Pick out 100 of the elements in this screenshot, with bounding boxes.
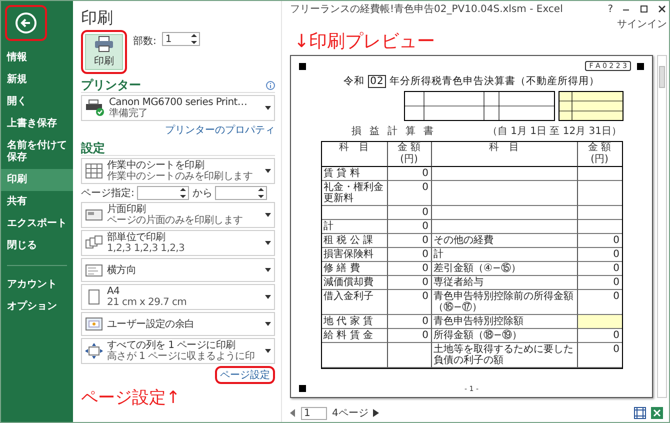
help-button[interactable]: ?: [608, 4, 613, 14]
caret-icon: [265, 213, 271, 217]
sidebar-item[interactable]: アカウント: [1, 274, 73, 296]
settings-dropdown[interactable]: 作業中のシートを印刷 作業中のシートのみを印刷します: [81, 158, 275, 184]
table-cell: [388, 343, 432, 368]
table-cell: 借入金利子: [322, 290, 388, 315]
show-margins-icon[interactable]: [634, 407, 646, 419]
period-text: （自 1月 1日 至 12月 31日）: [487, 125, 622, 138]
settings-dropdown[interactable]: A4 21 cm x 29.7 cm: [81, 284, 275, 310]
sidebar-item[interactable]: オプション: [1, 296, 73, 318]
table-cell: 0: [388, 181, 432, 206]
column-header: 科 目: [322, 142, 388, 167]
table-cell: 賃 貸 料: [322, 167, 388, 181]
table-cell: 所得金額（⑱−⑲）: [432, 329, 578, 343]
settings-dropdown[interactable]: すべての列を 1 ページに印刷 高さが 1 ページに収まるように印: [81, 338, 275, 364]
printer-icon: [94, 36, 114, 52]
table-cell: 0: [388, 206, 432, 220]
sidebar-item[interactable]: 新規: [1, 69, 73, 91]
settings-dropdown[interactable]: 横方向: [81, 258, 275, 282]
landscape-page-icon: [85, 262, 103, 278]
table-cell: 専従者給与: [432, 276, 578, 290]
table-cell: 0: [388, 220, 432, 234]
sidebar-item[interactable]: 上書き保存: [1, 113, 73, 135]
annotation-text: ↓印刷プレビュー: [293, 30, 436, 54]
margins-icon: [85, 316, 103, 332]
sidebar-item[interactable]: 印刷: [1, 169, 73, 191]
statement-heading: 損益計算書: [352, 124, 442, 138]
stacked-pages-icon: [85, 235, 103, 251]
printer-properties-link[interactable]: プリンターのプロパティ: [165, 123, 275, 137]
page-number-field[interactable]: 1: [301, 406, 327, 420]
print-button[interactable]: 印刷: [85, 34, 123, 70]
scrollbar[interactable]: [657, 55, 667, 398]
window-title: フリーランスの経費帳!青色申告02_PV10.04S.xlsm - Excel: [290, 2, 564, 16]
settings-dropdown[interactable]: 片面印刷 ページの片面のみを印刷します: [81, 202, 275, 228]
scaling-icon: [85, 343, 103, 359]
sidebar-item[interactable]: エクスポート: [1, 213, 73, 235]
settings-dropdown[interactable]: 部単位で印刷 1,2,3 1,2,3 1,2,3: [81, 230, 275, 256]
annotation-text: ページ設定↑: [81, 388, 182, 408]
page-range-label: から: [192, 187, 212, 200]
page-from-field[interactable]: [137, 186, 190, 200]
info-icon: [266, 80, 275, 90]
table-cell: 0: [388, 276, 432, 290]
table-cell: 0: [578, 234, 622, 248]
registration-mark-icon: [637, 62, 644, 70]
sheet-grid-icon: [85, 163, 103, 179]
printer-icon: [85, 99, 105, 117]
column-header: 金 額 (円): [578, 142, 622, 167]
table-cell: 計: [432, 248, 578, 262]
page-icon: [85, 207, 103, 223]
spinner-icon[interactable]: [180, 187, 186, 199]
copies-field[interactable]: 1: [162, 32, 200, 46]
page-count: 4ページ: [332, 407, 368, 420]
sidebar-item[interactable]: 情報: [1, 47, 73, 69]
table-cell: 減価償却費: [322, 276, 388, 290]
table-cell: 0: [388, 167, 432, 181]
copies-label: 部数:: [133, 34, 156, 48]
table-cell: 0: [578, 262, 622, 276]
spinner-icon[interactable]: [258, 187, 264, 199]
printer-dropdown[interactable]: Canon MG6700 series Print… 準備完了: [81, 95, 275, 121]
table-cell: 計: [322, 220, 388, 234]
section-heading: 設定: [81, 141, 105, 155]
maximize-icon[interactable]: [639, 4, 649, 14]
table-cell: 土地等を取得するために要した負債の利子の額: [432, 343, 578, 368]
previous-page-icon[interactable]: [290, 409, 296, 417]
section-heading: プリンター: [81, 78, 141, 92]
table-cell: 0: [578, 248, 622, 262]
table-cell: 差引金額（④−⑮）: [432, 262, 578, 276]
settings-dropdown[interactable]: ユーザー設定の余白: [81, 312, 275, 336]
input-cell[interactable]: [578, 315, 622, 329]
panel-heading: 印刷: [81, 9, 114, 27]
sidebar-item[interactable]: 名前を付けて保存: [1, 135, 73, 169]
caret-icon: [265, 241, 271, 245]
table-cell: 0: [578, 343, 622, 368]
sidebar-item[interactable]: 閉じる: [1, 235, 73, 257]
table-cell: 0: [388, 248, 432, 262]
table-cell: 0: [388, 290, 432, 315]
table-cell: 地 代 家 賃: [322, 315, 388, 329]
caret-icon: [265, 295, 271, 299]
form-title: 令和 02 年分所得税青色申告決算書（不動産所得用）: [343, 74, 600, 88]
table-cell: その他の経費: [432, 234, 578, 248]
table-cell: 青色申告特別控除額: [432, 315, 578, 329]
table-cell: [322, 206, 388, 220]
sidebar-item[interactable]: 開く: [1, 91, 73, 113]
spinner-icon[interactable]: [191, 33, 198, 45]
table-cell: 損害保険料: [322, 248, 388, 262]
registration-mark-icon: [299, 385, 306, 392]
caret-icon: [265, 106, 271, 110]
page-to-field[interactable]: [215, 186, 268, 200]
table-cell: 0: [578, 329, 622, 343]
sign-in-link[interactable]: サインイン: [617, 17, 667, 29]
column-header: 金 額 (円): [388, 142, 432, 167]
next-page-icon[interactable]: [373, 409, 380, 417]
close-icon[interactable]: [657, 4, 667, 14]
page-range-label: ページ指定:: [81, 186, 134, 200]
zoom-to-page-icon[interactable]: [651, 407, 663, 419]
table-cell: 0: [388, 329, 432, 343]
table-cell: 租 税 公 課: [322, 234, 388, 248]
page-setup-link[interactable]: ページ設定: [220, 368, 270, 382]
table-cell: 0: [388, 234, 432, 248]
sidebar-item[interactable]: 共有: [1, 191, 73, 213]
